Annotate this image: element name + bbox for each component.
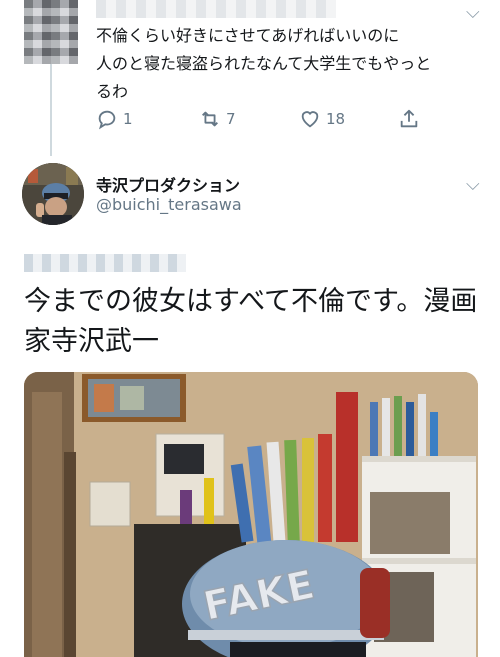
- author-handle[interactable]: @buichi_terasawa: [96, 195, 242, 214]
- like-button[interactable]: 18: [299, 108, 345, 130]
- reply-action-bar: 1 7 18: [96, 108, 436, 134]
- tweet-text: 今までの彼女はすべて不倫です。漫画家寺沢武一: [24, 286, 478, 357]
- chevron-down-icon[interactable]: ⌵: [466, 176, 480, 194]
- reply-author-avatar-overlay: [24, 0, 78, 64]
- reply-count: 1: [123, 110, 133, 128]
- reply-icon: [98, 110, 116, 130]
- reply-tweet-text: 不倫くらい好きにさせてあげればいいのに 人のと寝た寝盗られたなんて大学生でもやっ…: [96, 26, 432, 101]
- chevron-down-icon[interactable]: ⌵: [466, 4, 480, 22]
- tweet-photo[interactable]: FAKE: [24, 372, 478, 657]
- author-avatar[interactable]: [22, 163, 84, 225]
- replying-to-redacted: [24, 254, 186, 272]
- retweet-button[interactable]: 7: [199, 108, 236, 130]
- reply-button[interactable]: 1: [96, 108, 133, 130]
- share-button[interactable]: [398, 108, 425, 130]
- share-icon: [400, 109, 418, 128]
- heart-icon: [301, 111, 319, 128]
- thread-connector-line: [50, 64, 52, 156]
- author-display-name[interactable]: 寺沢プロダクション: [96, 172, 240, 196]
- retweet-icon: [202, 111, 218, 127]
- like-count: 18: [326, 110, 346, 128]
- reply-author-name-redacted: [96, 0, 336, 18]
- retweet-count: 7: [226, 110, 236, 128]
